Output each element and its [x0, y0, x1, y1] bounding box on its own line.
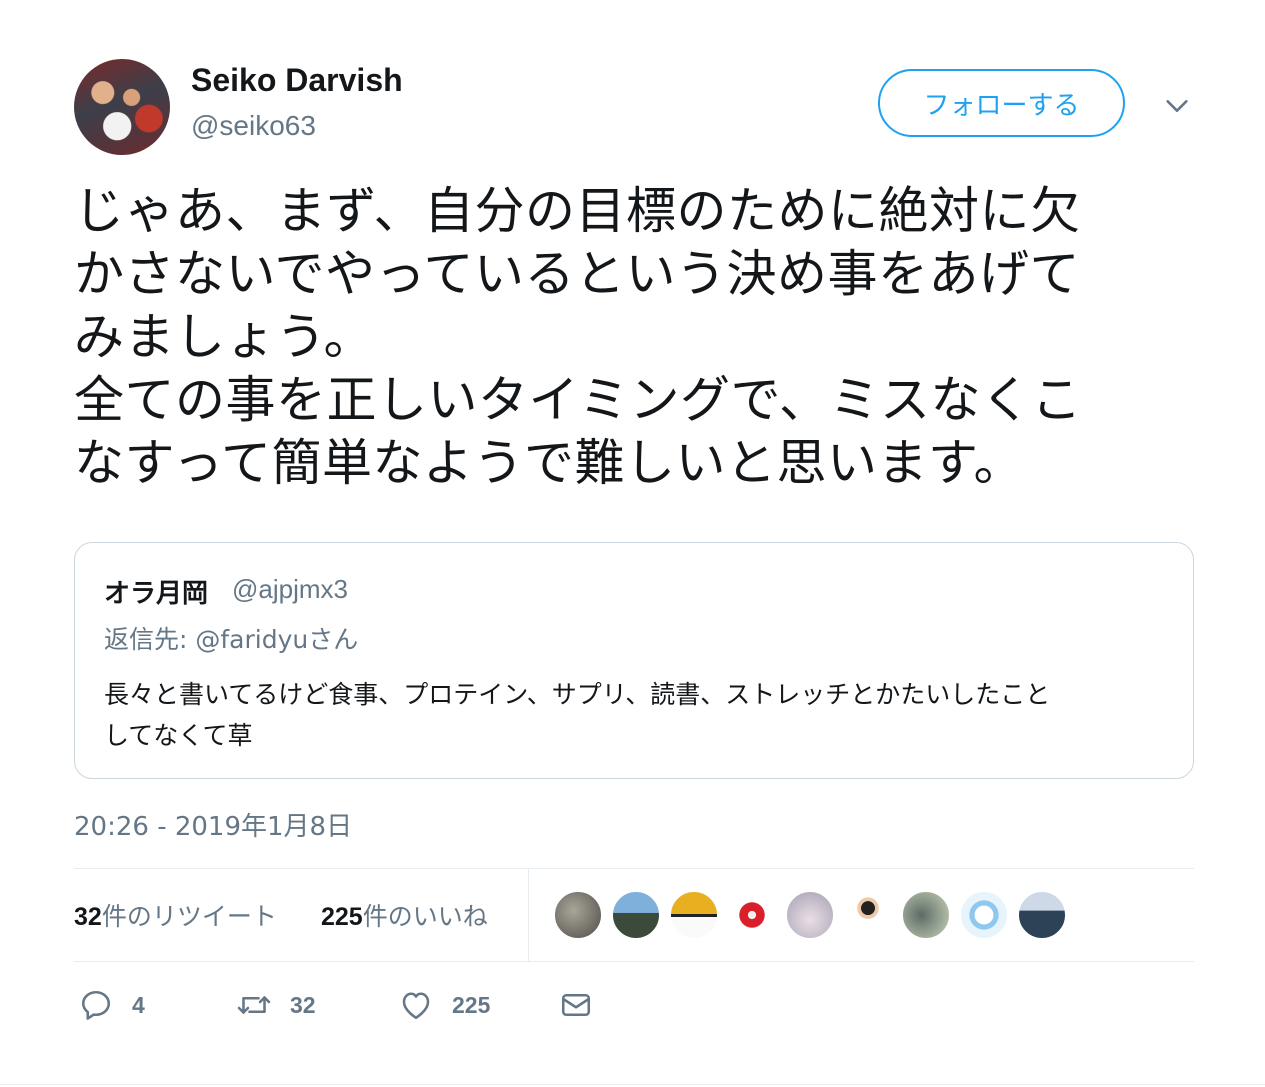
reply-icon: [81, 990, 111, 1020]
quoted-reply-to: 返信先: @faridyuさん: [104, 625, 359, 654]
heart-icon: [402, 992, 430, 1020]
tweet-text: じゃあ、まず、自分の目標のために絶対に欠 かさないでやっているという決め事をあげ…: [74, 182, 1082, 492]
envelope-icon: [561, 993, 591, 1017]
retweet-stat[interactable]: 32件のリツイート: [74, 897, 277, 933]
tweet-timestamp[interactable]: 20:26 - 2019年1月8日: [74, 806, 352, 843]
retweet-stat-count: 32: [74, 903, 102, 931]
divider: [74, 961, 1194, 962]
stats-separator: [528, 869, 529, 961]
retweet-stat-label: 件のリツイート: [101, 902, 277, 931]
author-handle[interactable]: @seiko63: [191, 110, 316, 142]
retweet-action[interactable]: 32: [236, 985, 316, 1025]
author-avatar[interactable]: [74, 59, 170, 155]
liker-avatar[interactable]: [843, 890, 893, 940]
like-count: 225: [452, 991, 491, 1018]
liker-avatar[interactable]: [611, 890, 661, 940]
quoted-author-handle: @ajpjmx3: [232, 574, 348, 604]
like-stat-count: 225: [321, 903, 363, 931]
liker-avatar[interactable]: [785, 890, 835, 940]
liker-avatar[interactable]: [959, 890, 1009, 940]
liker-avatar[interactable]: [1017, 890, 1067, 940]
follow-button[interactable]: フォローする: [878, 69, 1125, 137]
reply-count: 4: [132, 991, 145, 1018]
like-stat[interactable]: 225件のいいね: [321, 897, 488, 933]
like-stat-label: 件のいいね: [362, 902, 488, 931]
tweet: Seiko Darvish @seiko63 フォローする じゃあ、まず、自分の…: [0, 0, 1265, 1087]
liker-avatar[interactable]: [901, 890, 951, 940]
liker-avatars: [553, 890, 1075, 940]
liker-avatar[interactable]: [553, 890, 603, 940]
bottom-border: [0, 1084, 1265, 1085]
quoted-tweet-text: 長々と書いてるけど食事、プロテイン、サプリ、読書、ストレッチとかたいしたこと し…: [104, 680, 1051, 750]
quoted-tweet[interactable]: オラ月岡 @ajpjmx3 返信先: @faridyuさん 長々と書いてるけど食…: [74, 542, 1194, 779]
retweet-icon: [237, 996, 271, 1014]
chevron-down-icon[interactable]: [1163, 92, 1191, 120]
like-action[interactable]: 225: [398, 985, 490, 1025]
liker-avatar[interactable]: [669, 890, 719, 940]
retweet-count: 32: [290, 991, 316, 1018]
author-name[interactable]: Seiko Darvish: [191, 62, 403, 99]
direct-message-action[interactable]: [558, 985, 594, 1025]
quoted-author-name: オラ月岡: [104, 579, 209, 609]
liker-avatar[interactable]: [727, 890, 777, 940]
reply-action[interactable]: 4: [78, 985, 145, 1025]
divider: [74, 868, 1194, 869]
